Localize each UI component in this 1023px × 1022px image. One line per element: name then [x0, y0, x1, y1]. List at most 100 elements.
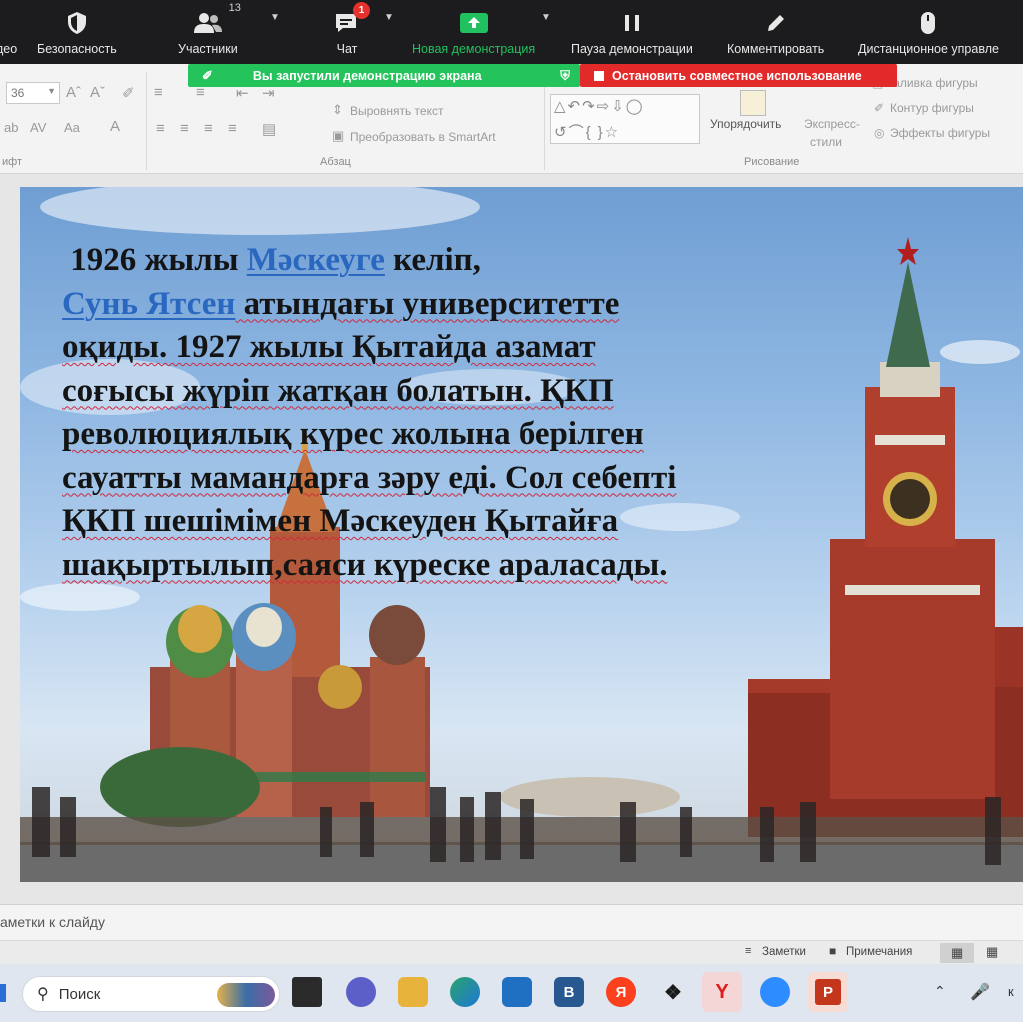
sun-yat-sen-link[interactable]: Сунь Ятсен — [62, 286, 235, 322]
slide-sorter-icon[interactable]: ▦ — [986, 944, 998, 960]
font-color-icon[interactable]: A — [110, 118, 120, 135]
font-size-select[interactable]: 36 ▼ — [6, 82, 60, 104]
shape-effects-icon: ◎ — [874, 126, 885, 140]
windows-taskbar: ⚲ Поиск B Я ❖ Y P ⌃ 🎤 к — [0, 964, 1023, 1022]
align-left-icon[interactable]: ≡ — [156, 120, 165, 137]
pause-icon — [621, 8, 643, 38]
bullets-icon[interactable]: ≡ — [154, 84, 163, 101]
text-line-2-b: атындағы университетте — [235, 285, 620, 322]
store-icon[interactable] — [502, 977, 532, 1007]
shapes-row-1: △↶↷⇨⇩◯ — [554, 98, 645, 115]
language-indicator[interactable]: к — [1008, 984, 1014, 999]
video-label: део — [0, 42, 18, 56]
zoom-toolbar: део Безопасность 13 Участники ▼ 1 Чат ▼ … — [0, 0, 1023, 64]
yandex-icon[interactable]: Я — [606, 977, 636, 1007]
paragraph-group-label: Абзац — [320, 156, 351, 168]
app-b-letter: B — [563, 983, 575, 1001]
align-text-button[interactable]: Выровнять текст — [350, 104, 443, 118]
share-status-text: Вы запустили демонстрацию экрана — [252, 68, 482, 83]
edge-icon[interactable] — [450, 977, 480, 1007]
participants-label: Участники — [178, 42, 238, 56]
taskbar-search[interactable]: ⚲ Поиск — [22, 976, 280, 1012]
stop-icon — [594, 70, 604, 81]
text-line-3: оқиды. 1927 жылы Қытайда азамат — [62, 329, 596, 365]
remote-control-button[interactable]: Дистанционное управле — [858, 0, 999, 64]
font-group-label: ифт — [2, 156, 22, 168]
comments-toggle[interactable]: Примечания — [846, 946, 912, 958]
chevron-up-icon[interactable]: ⌃ — [934, 983, 946, 1000]
clear-format-icon[interactable]: ✐ — [122, 84, 135, 102]
font-size-value: 36 — [11, 86, 25, 100]
annotate-label: Комментировать — [727, 42, 825, 56]
comments-icon: ■ — [829, 944, 837, 958]
slide-notes-pane[interactable]: аметки к слайду — [0, 904, 1023, 940]
notes-toggle[interactable]: Заметки — [762, 946, 806, 958]
shape-outline-button[interactable]: Контур фигуры — [890, 101, 974, 115]
change-case-icon[interactable]: Aa — [64, 120, 80, 135]
smartart-button[interactable]: Преобразовать в SmartArt — [350, 130, 496, 144]
yandex-browser-icon[interactable]: Y — [702, 972, 742, 1012]
powerpoint-taskbar-item[interactable]: P — [808, 972, 848, 1012]
shield-check-icon: ⛨ — [560, 67, 570, 83]
mouse-icon — [919, 8, 937, 38]
shape-fill-button[interactable]: Заливка фигуры — [886, 76, 978, 90]
yandex-letter: Я — [615, 983, 627, 1001]
align-right-icon[interactable]: ≡ — [204, 120, 213, 137]
file-explorer-icon[interactable] — [398, 977, 428, 1007]
new-share-label: Новая демонстрация — [412, 42, 536, 56]
zoom-icon[interactable] — [760, 977, 790, 1007]
shapes-gallery[interactable]: △↶↷⇨⇩◯ ↺⌒{ }☆ — [550, 94, 700, 144]
chat-badge: 1 — [353, 2, 370, 19]
strikethrough-icon[interactable]: ab — [4, 120, 18, 135]
participants-chevron-down-icon[interactable]: ▼ — [270, 12, 280, 23]
chat-button[interactable]: 1 Чат — [334, 0, 370, 64]
align-center-icon[interactable]: ≡ — [180, 120, 189, 137]
app-b-icon[interactable]: B — [554, 977, 584, 1007]
express-styles-label-2: стили — [810, 135, 842, 149]
smartart-icon: ▣ — [332, 128, 345, 143]
security-button[interactable]: Безопасность — [37, 0, 117, 64]
shape-outline-icon: ✐ — [874, 101, 885, 115]
char-spacing-icon[interactable]: AV — [30, 120, 46, 135]
pencil-icon: ✐ — [202, 67, 213, 83]
font-shrink-icon[interactable]: Aˇ — [90, 84, 105, 101]
share-chevron-down-icon[interactable]: ▼ — [541, 12, 551, 23]
annotate-button[interactable]: Комментировать — [727, 0, 824, 64]
chat-label: Чат — [336, 42, 358, 56]
express-styles-button[interactable]: Экспресс- — [804, 117, 860, 131]
search-highlight-image — [217, 983, 275, 1007]
moscow-link[interactable]: Мәскеуге — [247, 242, 385, 278]
task-view-icon[interactable] — [292, 977, 322, 1007]
stop-share-button[interactable]: Остановить совместное использование — [580, 64, 897, 87]
search-icon: ⚲ — [37, 986, 49, 1003]
notes-icon: ≡ — [745, 945, 752, 957]
normal-view-button[interactable]: ▦ — [940, 943, 974, 963]
slide[interactable]: 1926 жылы Мәскеуге келіп, Сунь Ятсен аты… — [20, 187, 1023, 882]
video-button[interactable]: део — [0, 0, 17, 64]
slide-text-box[interactable]: 1926 жылы Мәскеуге келіп, Сунь Ятсен аты… — [62, 239, 752, 587]
participants-button[interactable]: 13 Участники — [178, 0, 241, 64]
dropbox-icon[interactable]: ❖ — [658, 977, 688, 1007]
text-line-1: 1926 жылы Мәскеуге келіп, — [62, 239, 752, 283]
arrange-button[interactable]: Упорядочить — [710, 117, 781, 131]
align-text-icon: ⇕ — [332, 102, 343, 117]
shapes-row-2: ↺⌒{ }☆ — [554, 124, 621, 141]
stop-share-text: Остановить совместное использование — [612, 68, 862, 83]
start-button[interactable] — [0, 984, 6, 1002]
pause-share-button[interactable]: Пауза демонстрации — [571, 0, 693, 64]
chat-chevron-down-icon[interactable]: ▼ — [384, 12, 394, 23]
justify-icon[interactable]: ≡ — [228, 120, 237, 137]
pause-share-label: Пауза демонстрации — [571, 42, 693, 56]
shape-effects-button[interactable]: Эффекты фигуры — [890, 126, 990, 140]
text-line-6: сауатты мамандарға зәру еді. Сол себепті — [62, 459, 677, 496]
new-share-button[interactable]: Новая демонстрация — [412, 0, 535, 64]
columns-icon[interactable]: ▤ — [262, 120, 276, 138]
text-line-8: шақыртылып,саяси күреске араласады. — [62, 546, 668, 583]
share-screen-icon — [459, 8, 489, 38]
teams-icon[interactable] — [346, 977, 376, 1007]
pencil-icon — [765, 8, 787, 38]
microphone-icon[interactable]: 🎤 — [970, 982, 990, 1002]
share-status-banner: ✐ Вы запустили демонстрацию экрана ⛨ — [188, 64, 580, 87]
font-grow-icon[interactable]: Aˆ — [66, 84, 81, 101]
shield-icon — [66, 8, 88, 38]
